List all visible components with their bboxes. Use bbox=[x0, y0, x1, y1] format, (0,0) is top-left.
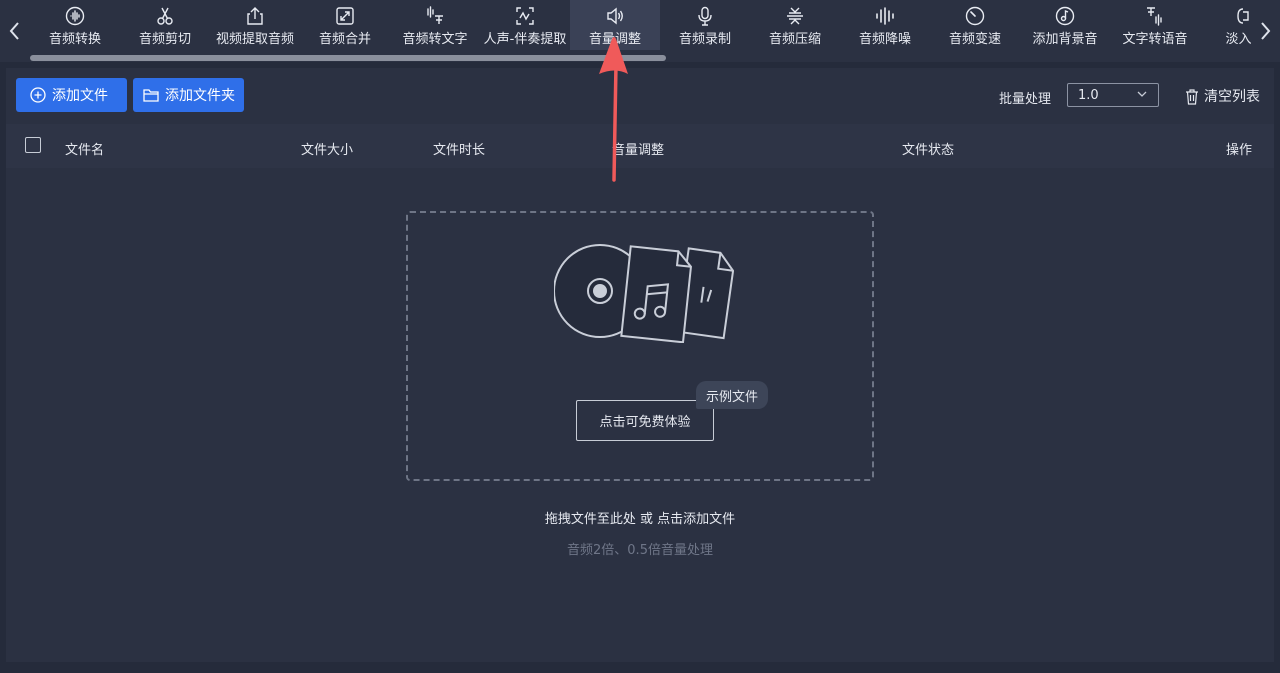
vocal-separation-icon bbox=[516, 7, 534, 25]
tool-label: 音频转文字 bbox=[402, 32, 468, 47]
chevron-right-icon bbox=[1261, 22, 1271, 40]
add-folder-button[interactable]: 添加文件夹 bbox=[133, 78, 244, 112]
add-file-button[interactable]: 添加文件 bbox=[16, 78, 127, 112]
tool-video-extract-audio[interactable]: 视频提取音频 bbox=[210, 0, 300, 50]
free-trial-button[interactable]: 点击可免费体验 bbox=[576, 400, 714, 441]
tool-label: 视频提取音频 bbox=[215, 32, 294, 47]
trash-icon bbox=[1186, 88, 1198, 105]
tool-toolbar: 音频转换 音频剪切 视频提取音频 音频合并 音频转文字 人声-伴奏提取 音量调整 bbox=[0, 0, 1280, 62]
tool-label: 音频压缩 bbox=[768, 32, 821, 47]
scroll-right-button[interactable] bbox=[1254, 14, 1278, 48]
tool-label: 添加背景音 bbox=[1032, 32, 1098, 47]
batch-select-value: 1.0 bbox=[1078, 87, 1099, 103]
clear-list-label: 清空列表 bbox=[1204, 89, 1260, 105]
tool-audio-record[interactable]: 音频录制 bbox=[660, 0, 750, 50]
file-drop-zone[interactable]: 点击可免费体验 示例文件 bbox=[406, 211, 874, 481]
file-table-header: 文件名 文件大小 文件时长 音量调整 文件状态 操作 bbox=[6, 124, 1274, 168]
add-folder-label: 添加文件夹 bbox=[165, 88, 235, 104]
tool-add-bgm[interactable]: 添加背景音 bbox=[1020, 0, 1110, 50]
tool-vocal-extract[interactable]: 人声-伴奏提取 bbox=[480, 0, 570, 50]
scroll-left-button[interactable] bbox=[2, 14, 26, 48]
column-header-status[interactable]: 文件状态 bbox=[902, 139, 954, 158]
tool-list: 音频转换 音频剪切 视频提取音频 音频合并 音频转文字 人声-伴奏提取 音量调整 bbox=[30, 0, 1252, 62]
scissors-icon bbox=[157, 7, 173, 25]
tool-label: 音频转换 bbox=[48, 32, 101, 47]
tool-audio-compress[interactable]: 音频压缩 bbox=[750, 0, 840, 50]
volume-speaker-icon bbox=[607, 7, 623, 25]
tool-audio-to-text[interactable]: 音频转文字 bbox=[390, 0, 480, 50]
batch-process-label: 批量处理 bbox=[999, 92, 1052, 107]
music-note-circle-icon bbox=[1055, 6, 1075, 26]
microphone-icon bbox=[698, 6, 712, 26]
main-panel: 添加文件 添加文件夹 批量处理 1.0 清空列表 文件名 文件大小 文件时长 音… bbox=[6, 68, 1274, 662]
text-to-speech-icon bbox=[1147, 7, 1162, 26]
tool-label: 音量调整 bbox=[588, 32, 641, 47]
fade-icon bbox=[1237, 8, 1249, 24]
column-header-volume[interactable]: 音量调整 bbox=[612, 139, 664, 158]
tool-audio-convert[interactable]: 音频转换 bbox=[30, 0, 120, 50]
batch-select[interactable]: 1.0 bbox=[1067, 83, 1159, 107]
free-trial-label: 点击可免费体验 bbox=[599, 415, 691, 430]
column-header-filesize[interactable]: 文件大小 bbox=[301, 139, 353, 158]
add-file-label: 添加文件 bbox=[52, 88, 108, 104]
toolbar-scrollbar[interactable] bbox=[30, 55, 666, 61]
audio-files-illustration bbox=[554, 244, 734, 343]
voice-to-text-icon bbox=[427, 6, 443, 24]
clear-list-button[interactable]: 清空列表 bbox=[1184, 85, 1260, 107]
tool-label: 音频合并 bbox=[318, 32, 371, 47]
tool-label: 音频剪切 bbox=[138, 32, 191, 47]
tool-label: 文字转语音 bbox=[1122, 32, 1188, 47]
audio-wave-icon bbox=[65, 6, 85, 26]
tool-fade[interactable]: 淡入淡 bbox=[1200, 0, 1252, 50]
tool-audio-denoise[interactable]: 音频降噪 bbox=[840, 0, 930, 50]
merge-arrows-icon bbox=[336, 7, 354, 25]
folder-icon bbox=[143, 89, 159, 102]
column-header-filename[interactable]: 文件名 bbox=[65, 139, 104, 158]
sample-file-tag[interactable]: 示例文件 bbox=[696, 381, 769, 409]
clock-speed-icon bbox=[965, 6, 985, 26]
tool-audio-merge[interactable]: 音频合并 bbox=[300, 0, 390, 50]
noise-bars-icon bbox=[876, 7, 894, 25]
column-header-duration[interactable]: 文件时长 bbox=[433, 139, 485, 158]
tool-volume-adjust[interactable]: 音量调整 bbox=[570, 0, 660, 50]
sample-file-label: 示例文件 bbox=[706, 389, 759, 405]
compress-icon bbox=[787, 7, 803, 25]
plus-circle-icon bbox=[30, 87, 46, 103]
column-header-actions[interactable]: 操作 bbox=[1226, 139, 1252, 158]
select-all-checkbox[interactable] bbox=[25, 137, 41, 153]
tool-audio-cut[interactable]: 音频剪切 bbox=[120, 0, 210, 50]
drop-hint-text: 拖拽文件至此处 或 点击添加文件 bbox=[544, 512, 736, 527]
chevron-down-icon bbox=[1137, 91, 1147, 97]
share-upload-icon bbox=[247, 7, 263, 25]
tool-label: 人声-伴奏提取 bbox=[483, 32, 567, 47]
drop-subhint-text: 音频2倍、0.5倍音量处理 bbox=[567, 543, 713, 558]
tool-text-to-speech[interactable]: 文字转语音 bbox=[1110, 0, 1200, 50]
tool-label: 音频变速 bbox=[948, 32, 1001, 47]
tool-label: 音频降噪 bbox=[858, 32, 911, 47]
tool-label: 淡入淡 bbox=[1225, 32, 1252, 47]
chevron-left-icon bbox=[9, 22, 19, 40]
tool-label: 音频录制 bbox=[678, 32, 731, 47]
tool-audio-speed[interactable]: 音频变速 bbox=[930, 0, 1020, 50]
